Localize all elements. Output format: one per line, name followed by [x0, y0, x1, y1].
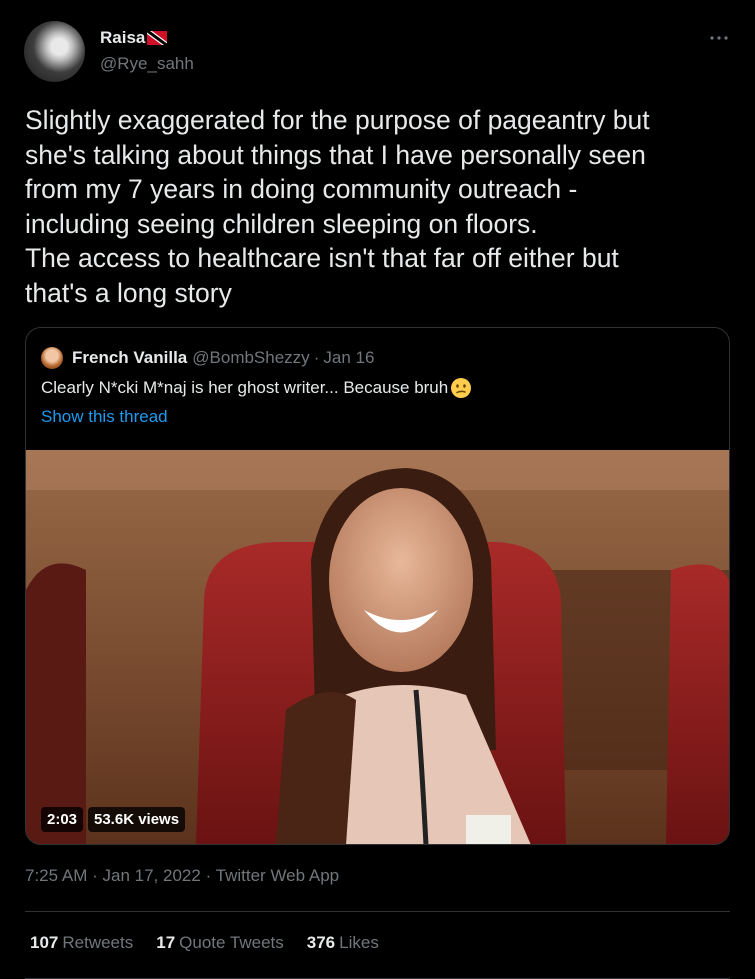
video-thumbnail — [26, 450, 729, 844]
likes-label: Likes — [339, 933, 379, 952]
retweets-stat[interactable]: 107 Retweets — [30, 933, 133, 953]
user-handle[interactable]: @Rye_sahh — [100, 54, 194, 74]
quoted-header: French Vanilla @BombShezzy · Jan 16 — [72, 348, 374, 368]
quoted-text: Clearly N*cki M*naj is her ghost writer.… — [41, 378, 449, 397]
video-player[interactable]: 2:03 53.6K views — [26, 450, 729, 844]
quote-tweets-stat[interactable]: 17 Quote Tweets — [156, 933, 284, 953]
more-options-icon[interactable] — [707, 26, 731, 50]
source-app-link[interactable]: Twitter Web App — [216, 866, 339, 885]
meta-separator: · — [92, 866, 98, 885]
tweet-text-line: from my 7 years in doing community outre… — [25, 174, 578, 204]
retweets-label: Retweets — [62, 933, 134, 952]
author-block: Raisa @Rye_sahh — [100, 27, 194, 74]
tweet-text-line: including seeing children sleeping on fl… — [25, 208, 538, 239]
quoted-avatar[interactable] — [41, 347, 63, 369]
display-name[interactable]: Raisa — [100, 28, 145, 48]
quote-tweets-label: Quote Tweets — [179, 933, 284, 952]
quoted-separator: · — [313, 348, 320, 367]
quoted-date[interactable]: Jan 16 — [323, 348, 374, 368]
tweet-text-line: that's a long story — [25, 277, 232, 308]
divider — [25, 911, 730, 912]
retweets-count: 107 — [30, 933, 59, 952]
show-thread-link[interactable]: Show this thread — [41, 407, 168, 427]
tweet: Raisa @Rye_sahh Slightly exaggerated for… — [0, 0, 755, 979]
tweet-text-line: she's talking about things that I have p… — [25, 139, 646, 170]
quoted-handle[interactable]: @BombShezzy — [192, 348, 309, 368]
tweet-date[interactable]: Jan 17, 2022 — [103, 866, 201, 885]
confused-face-icon — [451, 378, 472, 398]
tweet-text-line: The access to healthcare isn't that far … — [25, 243, 619, 273]
meta-separator: · — [205, 866, 212, 885]
avatar[interactable] — [24, 21, 85, 82]
video-views-badge: 53.6K views — [88, 807, 186, 832]
likes-count: 376 — [306, 933, 336, 952]
quoted-tweet-card[interactable]: French Vanilla @BombShezzy · Jan 16 Clea… — [25, 327, 730, 845]
tweet-text: Slightly exaggerated for the purpose of … — [25, 103, 730, 310]
likes-stat[interactable]: 376 Likes — [307, 933, 379, 953]
quoted-text-row: Clearly N*cki M*naj is her ghost writer.… — [41, 377, 472, 399]
video-duration-badge: 2:03 — [41, 807, 84, 832]
quoted-display-name[interactable]: French Vanilla — [72, 348, 187, 368]
quote-tweets-count: 17 — [156, 933, 176, 952]
tweet-time[interactable]: 7:25 AM — [25, 866, 87, 885]
display-name-row: Raisa — [100, 27, 194, 49]
tweet-text-line: Slightly exaggerated for the purpose of … — [25, 105, 650, 135]
tweet-metadata: 7:25 AM · Jan 17, 2022 · Twitter Web App — [25, 866, 339, 886]
engagement-stats: 107 Retweets 17 Quote Tweets 376 Likes — [30, 933, 402, 953]
trinidad-flag-icon — [147, 31, 168, 45]
